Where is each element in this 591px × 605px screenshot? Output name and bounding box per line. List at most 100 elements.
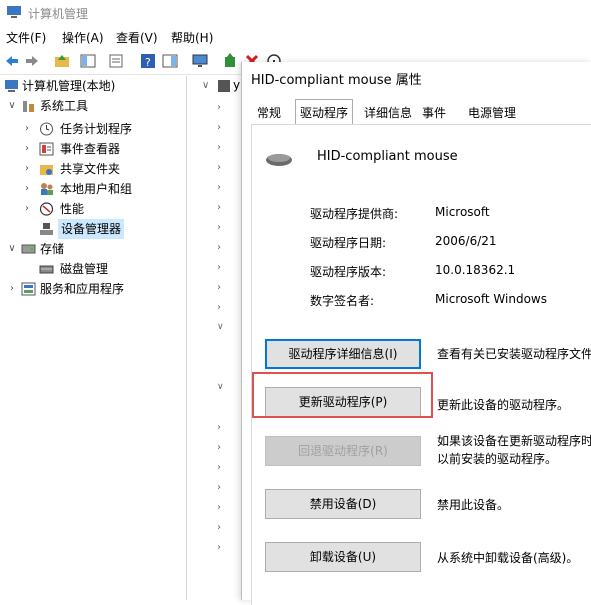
forward-arrow-icon[interactable] xyxy=(24,53,40,69)
console-icon[interactable] xyxy=(162,53,178,69)
computer-management-icon xyxy=(5,80,18,92)
tree-item-device-manager[interactable]: 设备管理器 xyxy=(0,219,186,239)
chevron-right-icon[interactable]: › xyxy=(217,522,227,533)
tree-label-services-apps: 服务和应用程序 xyxy=(40,282,125,296)
navigation-tree: 计算机管理(本地) ∨ 系统工具 › 任务计划程序 › 事件查看器 › 共享文件… xyxy=(0,76,187,600)
tree-item-root[interactable]: 计算机管理(本地) xyxy=(0,76,186,96)
tree-item-event-viewer[interactable]: › 事件查看器 xyxy=(0,139,186,159)
uninstall-device-button[interactable]: 卸载设备(U) xyxy=(265,542,421,572)
chevron-right-icon[interactable]: › xyxy=(22,139,32,159)
tree-item-local-users[interactable]: › 本地用户和组 xyxy=(0,179,186,199)
menu-help[interactable]: 帮助(H) xyxy=(171,29,213,46)
chevron-right-icon[interactable]: › xyxy=(217,262,227,273)
tools-icon xyxy=(23,101,34,112)
dialog-title: HID-compliant mouse 属性 xyxy=(251,73,422,88)
shared-folder-icon xyxy=(40,165,53,175)
chevron-right-icon[interactable]: › xyxy=(217,282,227,293)
driver-update-icon[interactable] xyxy=(222,53,238,69)
menu-bar: 文件(F) 操作(A) 查看(V) 帮助(H) xyxy=(0,26,591,48)
tree-item-storage[interactable]: ∨ 存储 xyxy=(0,239,186,259)
chevron-right-icon[interactable]: › xyxy=(217,422,227,433)
device-manager-icon xyxy=(40,223,53,235)
tree-label-disk-management: 磁盘管理 xyxy=(60,262,109,276)
menu-file[interactable]: 文件(F) xyxy=(6,29,46,46)
device-list-pane: ∨ y › › › › › › › › › › › ∨ ∨ › › › › › … xyxy=(188,76,243,600)
rollback-description-line2: 以前安装的驱动程序。 xyxy=(437,452,558,466)
menu-view[interactable]: 查看(V) xyxy=(116,29,158,46)
chevron-right-icon[interactable]: › xyxy=(22,119,32,139)
update-driver-description: 更新此设备的驱动程序。 xyxy=(437,398,570,412)
storage-icon xyxy=(21,244,36,254)
chevron-right-icon[interactable]: › xyxy=(217,302,227,313)
up-folder-icon[interactable] xyxy=(54,53,70,69)
chevron-right-icon[interactable]: › xyxy=(22,179,32,199)
chevron-right-icon[interactable]: › xyxy=(217,462,227,473)
tree-label-device-manager: 设备管理器 xyxy=(58,219,125,239)
tree-item-task-scheduler[interactable]: › 任务计划程序 xyxy=(0,119,186,139)
chevron-down-icon[interactable]: ∨ xyxy=(217,382,227,392)
version-label: 驱动程序版本: xyxy=(310,265,387,279)
chevron-right-icon[interactable]: › xyxy=(217,482,227,493)
chevron-right-icon[interactable]: › xyxy=(7,279,17,299)
chevron-right-icon[interactable]: › xyxy=(217,442,227,453)
tree-label-storage: 存储 xyxy=(40,242,65,256)
back-arrow-icon[interactable] xyxy=(4,53,20,69)
tree-item-disk-management[interactable]: 磁盘管理 xyxy=(0,259,186,279)
chevron-right-icon[interactable]: › xyxy=(217,102,227,113)
show-tree-icon[interactable] xyxy=(80,53,96,69)
disk-icon xyxy=(39,265,54,274)
chevron-down-icon[interactable]: ∨ xyxy=(217,322,227,332)
rollback-driver-button[interactable]: 回退驱动程序(R) xyxy=(265,436,421,466)
event-log-icon xyxy=(39,142,54,156)
device-tree-root-label: y xyxy=(233,78,241,92)
menu-action[interactable]: 操作(A) xyxy=(62,29,104,46)
signer-value: Microsoft Windows xyxy=(435,292,547,306)
tree-item-services-apps[interactable]: › 服务和应用程序 xyxy=(0,279,186,299)
version-value: 10.0.18362.1 xyxy=(435,263,516,277)
chevron-right-icon[interactable]: › xyxy=(217,202,227,213)
chevron-right-icon[interactable]: › xyxy=(22,159,32,179)
disable-device-description: 禁用此设备。 xyxy=(437,498,510,512)
disable-device-button[interactable]: 禁用设备(D) xyxy=(265,489,421,519)
chevron-down-icon[interactable]: ∨ xyxy=(7,239,17,259)
tree-item-system-tools[interactable]: ∨ 系统工具 xyxy=(0,96,186,116)
chevron-right-icon[interactable]: › xyxy=(217,242,227,253)
chevron-right-icon[interactable]: › xyxy=(22,199,32,219)
chevron-right-icon[interactable]: › xyxy=(217,142,227,153)
services-icon xyxy=(21,282,36,296)
tab-driver[interactable]: 驱动程序 xyxy=(295,99,354,126)
properties-icon[interactable] xyxy=(108,53,124,69)
chevron-right-icon[interactable]: › xyxy=(217,182,227,193)
chevron-right-icon[interactable]: › xyxy=(217,122,227,133)
chevron-down-icon[interactable]: ∨ xyxy=(202,80,209,91)
date-label: 驱动程序日期: xyxy=(310,236,387,250)
computer-management-icon xyxy=(7,6,21,18)
rollback-description-line1: 如果该设备在更新驱动程序时 xyxy=(437,434,591,448)
chevron-right-icon[interactable]: › xyxy=(217,222,227,233)
device-name: HID-compliant mouse xyxy=(317,149,458,164)
chevron-right-icon[interactable]: › xyxy=(217,162,227,173)
tree-label-task-scheduler: 任务计划程序 xyxy=(60,122,133,136)
users-icon xyxy=(41,183,53,195)
tree-label-performance: 性能 xyxy=(60,202,85,216)
tab-events[interactable]: 事件 xyxy=(418,102,450,124)
monitor-icon[interactable] xyxy=(192,53,208,69)
driver-details-button[interactable]: 驱动程序详细信息(I) xyxy=(265,339,421,369)
chevron-right-icon[interactable]: › xyxy=(217,542,227,553)
mouse-icon xyxy=(266,154,292,166)
tree-item-performance[interactable]: › 性能 xyxy=(0,199,186,219)
tree-label-system-tools: 系统工具 xyxy=(40,99,89,113)
tab-power-management[interactable]: 电源管理 xyxy=(464,102,520,124)
tree-label-local-users: 本地用户和组 xyxy=(60,182,133,196)
chevron-right-icon[interactable]: › xyxy=(217,502,227,513)
chevron-down-icon[interactable]: ∨ xyxy=(7,96,17,116)
performance-icon xyxy=(39,202,54,216)
tree-item-shared-folders[interactable]: › 共享文件夹 xyxy=(0,159,186,179)
uninstall-device-description: 从系统中卸载设备(高级)。 xyxy=(437,551,579,565)
driver-details-description: 查看有关已安装驱动程序文件 xyxy=(437,347,591,361)
tab-details[interactable]: 详细信息 xyxy=(360,102,416,124)
tab-general[interactable]: 常规 xyxy=(253,102,285,124)
window-title: 计算机管理 xyxy=(28,7,89,21)
computer-icon xyxy=(218,80,230,92)
help-icon[interactable]: ? xyxy=(140,53,156,69)
